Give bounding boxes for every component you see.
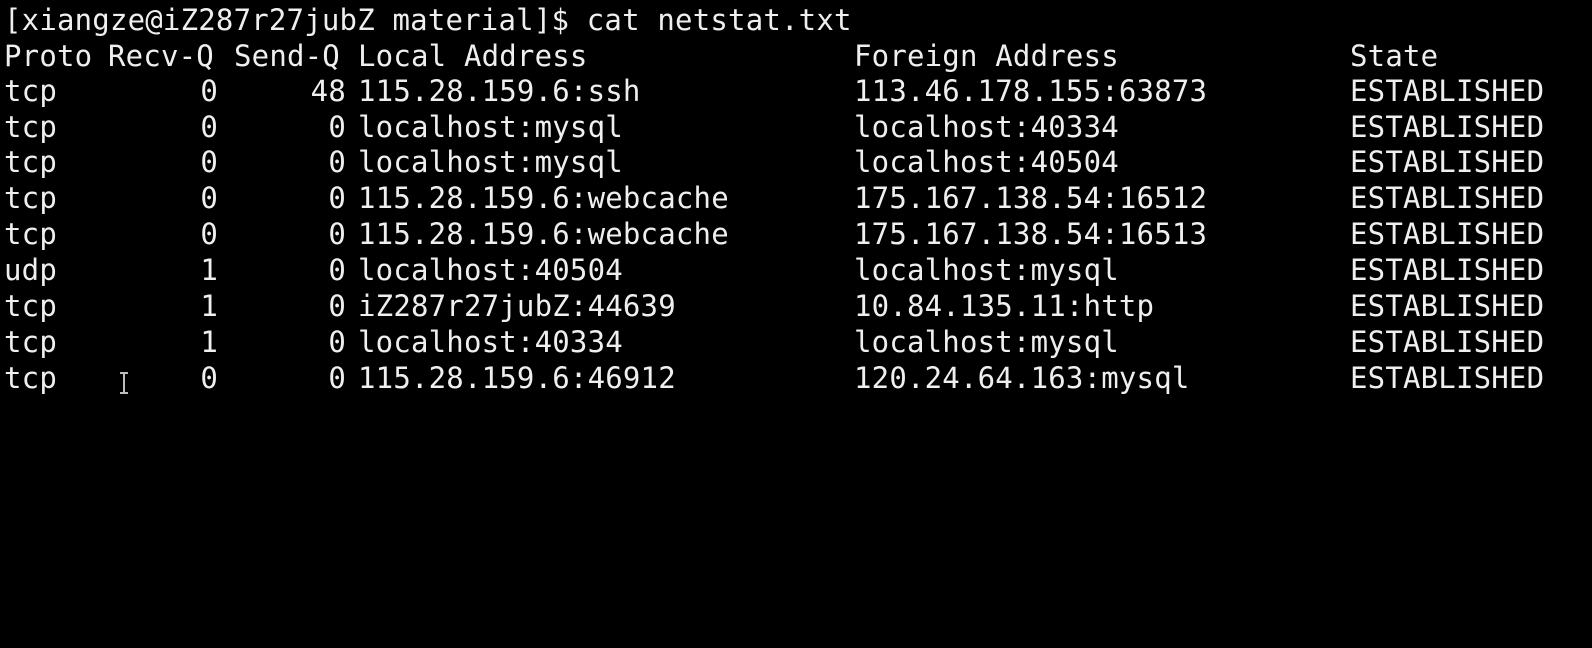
row-state: ESTABLISHED	[1350, 253, 1545, 287]
text-cursor-icon	[118, 372, 130, 394]
header-recv-q: Recv-Q	[108, 39, 214, 73]
table-header-row: Proto Recv-Q Send-Q Local Address Foreig…	[4, 38, 1438, 74]
row-state: ESTABLISHED	[1350, 325, 1545, 359]
header-proto: Proto	[4, 39, 93, 73]
row-local-address: localhost:40504	[358, 253, 623, 287]
row-send-q: 0	[328, 145, 346, 179]
terminal-window[interactable]: [xiangze@iZ287r27jubZ material]$ cat net…	[0, 0, 1592, 406]
row-send-q: 0	[328, 181, 346, 215]
table-row: tcp 0 0 localhost:mysql localhost:40504 …	[4, 144, 1544, 180]
row-send-q: 0	[328, 110, 346, 144]
table-row: tcp 0 0 115.28.159.6:webcache 175.167.13…	[4, 216, 1544, 252]
row-foreign-address: localhost:mysql	[854, 325, 1119, 359]
row-state: ESTABLISHED	[1350, 145, 1545, 179]
row-local-address: localhost:mysql	[358, 110, 623, 144]
row-local-address: iZ287r27jubZ:44639	[358, 289, 676, 323]
text-cursor-bar	[123, 374, 125, 392]
row-local-address: 115.28.159.6:webcache	[358, 181, 729, 215]
row-foreign-address: 113.46.178.155:63873	[854, 74, 1208, 108]
row-send-q: 0	[328, 325, 346, 359]
table-row: tcp 0 0 115.28.159.6:webcache 175.167.13…	[4, 180, 1544, 216]
table-row: tcp 1 0 iZ287r27jubZ:44639 10.84.135.11:…	[4, 288, 1544, 324]
row-local-address: 115.28.159.6:46912	[358, 361, 676, 395]
row-state: ESTABLISHED	[1350, 361, 1545, 395]
row-state: ESTABLISHED	[1350, 217, 1545, 251]
row-local-address: localhost:mysql	[358, 145, 623, 179]
row-send-q: 48	[310, 74, 346, 108]
row-foreign-address: 10.84.135.11:http	[854, 289, 1155, 323]
table-row: udp 1 0 localhost:40504 localhost:mysql …	[4, 252, 1544, 288]
row-foreign-address: localhost:mysql	[854, 253, 1119, 287]
table-row: tcp 0 0 localhost:mysql localhost:40334 …	[4, 109, 1544, 145]
row-send-q: 0	[328, 361, 346, 395]
table-row: tcp 0 0 115.28.159.6:46912 120.24.64.163…	[4, 360, 1544, 396]
row-state: ESTABLISHED	[1350, 110, 1545, 144]
row-state: ESTABLISHED	[1350, 74, 1545, 108]
row-foreign-address: 175.167.138.54:16513	[854, 217, 1208, 251]
header-local-address: Local Address	[358, 39, 588, 73]
header-foreign-address: Foreign Address	[854, 39, 1119, 73]
header-state: State	[1350, 39, 1439, 73]
row-local-address: 115.28.159.6:ssh	[358, 74, 641, 108]
command-prompt-line: [xiangze@iZ287r27jubZ material]$ cat net…	[4, 3, 852, 37]
row-foreign-address: localhost:40334	[854, 110, 1119, 144]
table-row: tcp 1 0 localhost:40334 localhost:mysql …	[4, 324, 1544, 360]
row-foreign-address: localhost:40504	[854, 145, 1119, 179]
row-send-q: 0	[328, 217, 346, 251]
header-send-q: Send-Q	[234, 39, 340, 73]
row-local-address: 115.28.159.6:webcache	[358, 217, 729, 251]
row-state: ESTABLISHED	[1350, 181, 1545, 215]
text-cursor-bottom	[120, 392, 128, 394]
table-row: tcp 0 48 115.28.159.6:ssh 113.46.178.155…	[4, 73, 1544, 109]
row-send-q: 0	[328, 253, 346, 287]
row-foreign-address: 175.167.138.54:16512	[854, 181, 1208, 215]
row-local-address: localhost:40334	[358, 325, 623, 359]
row-send-q: 0	[328, 289, 346, 323]
row-state: ESTABLISHED	[1350, 289, 1545, 323]
row-foreign-address: 120.24.64.163:mysql	[854, 361, 1190, 395]
